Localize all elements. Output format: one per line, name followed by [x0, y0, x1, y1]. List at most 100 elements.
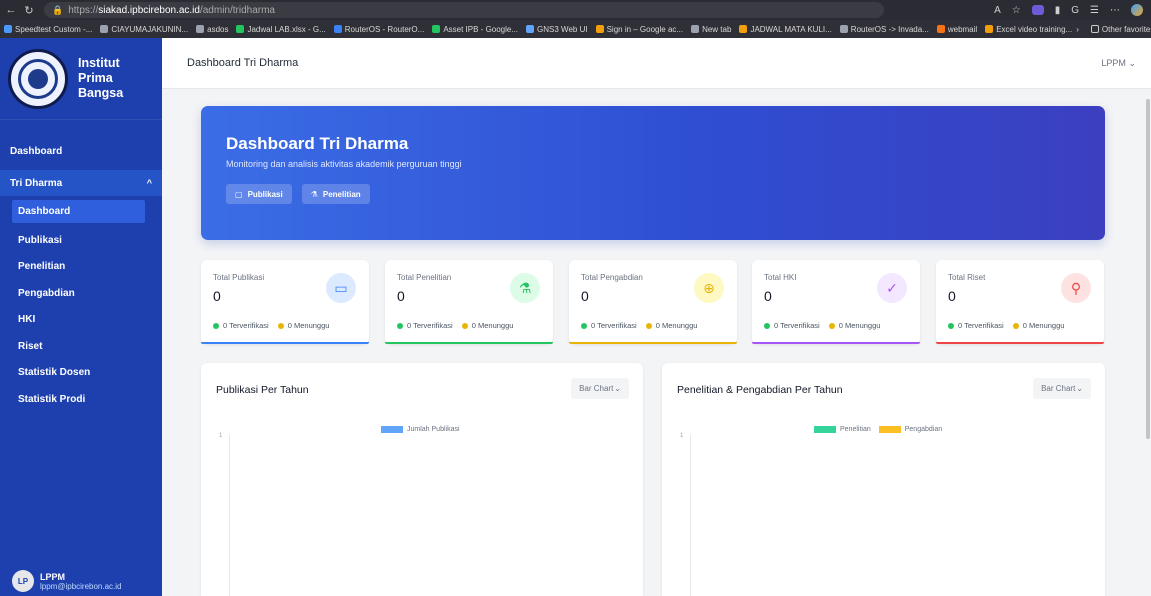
publikasi-button-label: Publikasi	[247, 189, 283, 199]
bookmark-item[interactable]: Sign in – Google ac...	[592, 25, 688, 34]
bookmark-favicon-icon	[4, 25, 12, 33]
stat-accent-bar	[936, 342, 1104, 344]
bookmark-label: Asset IPB - Google...	[443, 24, 519, 34]
hero-title: Dashboard Tri Dharma	[226, 134, 409, 153]
chart-type-select[interactable]: Bar Chart ⌄	[571, 378, 629, 399]
stat-footer: 0 Terverifikasi 0 Menunggu	[581, 321, 697, 330]
sidebar-item-label: Dashboard	[10, 145, 63, 157]
stat-card[interactable]: Total Pengabdian 0 ⊕ 0 Terverifikasi 0 Menun…	[569, 260, 737, 344]
bookmark-item[interactable]: GNS3 Web UI	[522, 25, 592, 34]
sidebar-item-publikasi[interactable]: Publikasi	[0, 227, 162, 253]
chart-legend: Penelitian Pengabdian	[814, 426, 942, 433]
sidebar-group-tri-dharma[interactable]: Tri Dharma ^	[0, 170, 162, 196]
page-scrollbar[interactable]	[1145, 89, 1151, 596]
sidebar-item-dashboard[interactable]: Dashboard	[0, 138, 162, 164]
stat-footer: 0 Terverifikasi 0 Menunggu	[397, 321, 513, 330]
chart-type-value: Bar Chart	[579, 384, 614, 393]
publikasi-button[interactable]: ▢ Publikasi	[226, 184, 292, 204]
bookmark-label: Sign in – Google ac...	[606, 24, 684, 34]
legend-label: Jumlah Publikasi	[407, 426, 460, 433]
sidebar-item-tri-dharma-dashboard[interactable]: Dashboard	[12, 200, 145, 223]
other-favorites[interactable]: Other favorites	[1087, 25, 1151, 34]
brand-line-2: Prima	[78, 71, 113, 85]
favorite-star-icon[interactable]: ☆	[1012, 5, 1021, 16]
brand-name: Institut Prima Bangsa	[78, 56, 123, 101]
bookmark-label: CIAYUMAJAKUNIN...	[111, 24, 189, 34]
stat-footer: 0 Terverifikasi 0 Menunggu	[764, 321, 880, 330]
y-axis	[229, 435, 230, 596]
bookmark-item[interactable]: Asset IPB - Google...	[428, 25, 522, 34]
sidebar-item-statistik-dosen[interactable]: Statistik Dosen	[0, 360, 162, 386]
sidebar-item-riset[interactable]: Riset	[0, 333, 162, 359]
refresh-icon[interactable]: ↻	[22, 4, 36, 17]
bookmark-item[interactable]: webmail	[933, 25, 981, 34]
book-icon: ▭	[326, 273, 356, 303]
sidebar: Institut Prima Bangsa Dashboard Tri Dhar…	[0, 38, 162, 596]
extension-icon[interactable]	[1031, 5, 1044, 15]
more-bookmarks-icon[interactable]: ›	[1076, 25, 1079, 34]
scrollbar-thumb[interactable]	[1146, 99, 1150, 439]
stat-pending: 0 Menunggu	[471, 321, 514, 330]
stat-verified: 0 Terverifikasi	[774, 321, 820, 330]
chart-publikasi-per-tahun: Publikasi Per Tahun Bar Chart ⌄ Jumlah Pu…	[201, 363, 643, 596]
read-aloud-icon[interactable]: A	[994, 5, 1001, 16]
stat-card[interactable]: Total HKI 0 ✓ 0 Terverifikasi 0 Menunggu	[752, 260, 920, 344]
address-bar[interactable]: 🔒 https://siakad.ipbcirebon.ac.id/admin/…	[44, 2, 884, 18]
sidebar-item-label: HKI	[18, 314, 36, 325]
collections-icon[interactable]: ▮	[1055, 5, 1061, 16]
back-icon[interactable]: ←	[4, 4, 18, 16]
pending-dot-icon	[645, 322, 652, 329]
brand-line-1: Institut	[78, 56, 120, 70]
stat-card[interactable]: Total Riset 0 ⚲ 0 Terverifikasi 0 Menunggu	[936, 260, 1104, 344]
url-text: https://siakad.ipbcirebon.ac.id/admin/tr…	[68, 5, 275, 16]
bookmark-item[interactable]: asdos	[192, 25, 232, 34]
bookmark-label: Speedtest Custom -...	[15, 24, 93, 34]
verified-dot-icon	[581, 322, 587, 329]
bookmark-item[interactable]: Jadwal LAB.xlsx - G...	[232, 25, 329, 34]
bookmark-item[interactable]: RouterOS -> Invada...	[836, 25, 933, 34]
more-options-icon[interactable]: ⋯	[1110, 5, 1120, 16]
bookmark-label: JADWAL MATA KULI...	[750, 24, 832, 34]
bookmark-favicon-icon	[432, 25, 441, 33]
brand[interactable]: Institut Prima Bangsa	[0, 38, 162, 120]
stat-card[interactable]: Total Penelitian 0 ⚗ 0 Terverifikasi 0 Menun…	[385, 260, 553, 344]
bookmark-favicon-icon	[196, 25, 205, 33]
bookmark-item[interactable]: JADWAL MATA KULI...	[735, 25, 835, 34]
sidebar-item-pengabdian[interactable]: Pengabdian	[0, 280, 162, 306]
bookmark-item[interactable]: RouterOS - RouterO...	[330, 25, 429, 34]
page-title: Dashboard Tri Dharma	[187, 57, 299, 69]
bookmark-item[interactable]: Speedtest Custom -...	[0, 25, 96, 34]
bookmark-item[interactable]: CIAYUMAJAKUNIN...	[96, 25, 192, 34]
top-header: Dashboard Tri Dharma LPPM ⌄	[162, 38, 1151, 89]
chart-type-select[interactable]: Bar Chart ⌄	[1033, 378, 1091, 399]
stat-verified: 0 Terverifikasi	[958, 321, 1004, 330]
copilot-icon[interactable]	[1131, 4, 1143, 16]
sidebar-item-statistik-prodi[interactable]: Statistik Prodi	[0, 386, 162, 412]
stat-footer: 0 Terverifikasi 0 Menunggu	[213, 321, 329, 330]
stat-card[interactable]: Total Publikasi 0 ▭ 0 Terverifikasi 0 Menung…	[201, 260, 369, 344]
pending-dot-icon	[277, 322, 284, 329]
favorites-icon[interactable]: ☰	[1090, 5, 1099, 16]
lock-icon: 🔒	[52, 4, 64, 15]
sidebar-item-penelitian[interactable]: Penelitian	[0, 254, 162, 280]
browser-profile-icon[interactable]: G	[1071, 5, 1079, 16]
verified-dot-icon	[764, 322, 770, 329]
bookmark-favicon-icon	[526, 25, 535, 33]
user-menu-button[interactable]: LPPM ⌄	[1101, 58, 1136, 69]
sidebar-group-label: Tri Dharma	[10, 177, 63, 189]
sidebar-item-hki[interactable]: HKI	[0, 307, 162, 333]
search-icon: ⚲	[1061, 273, 1091, 303]
bookmark-label: GNS3 Web UI	[537, 24, 588, 34]
bookmark-favicon-icon	[595, 25, 604, 33]
stat-accent-bar	[752, 342, 920, 344]
bookmark-favicon-icon	[739, 25, 748, 33]
chevron-up-icon: ^	[146, 178, 152, 188]
sidebar-item-label: Riset	[18, 340, 43, 352]
bookmark-item[interactable]: New tab	[687, 25, 735, 34]
penelitian-button[interactable]: ⚗ Penelitian	[301, 184, 370, 204]
legend-label-pengabdian: Pengabdian	[904, 426, 943, 433]
user-profile[interactable]: LP LPPM lppm@ipbcirebon.ac.id	[12, 570, 122, 592]
stat-accent-bar	[569, 342, 737, 344]
stat-accent-bar	[201, 342, 369, 344]
bookmark-item[interactable]: Excel video training...	[981, 25, 1076, 34]
